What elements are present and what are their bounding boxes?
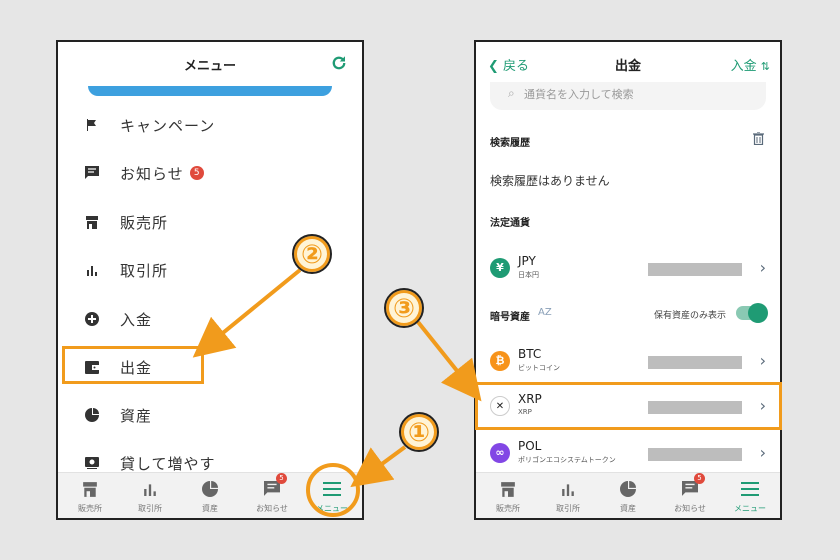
highlight-xrp — [475, 382, 782, 430]
step-1-marker: ① — [399, 412, 439, 452]
step-3-marker: ③ — [384, 288, 424, 328]
annotation-arrows — [192, 268, 482, 517]
highlight-withdraw — [62, 346, 204, 384]
step-2-marker: ② — [292, 234, 332, 274]
